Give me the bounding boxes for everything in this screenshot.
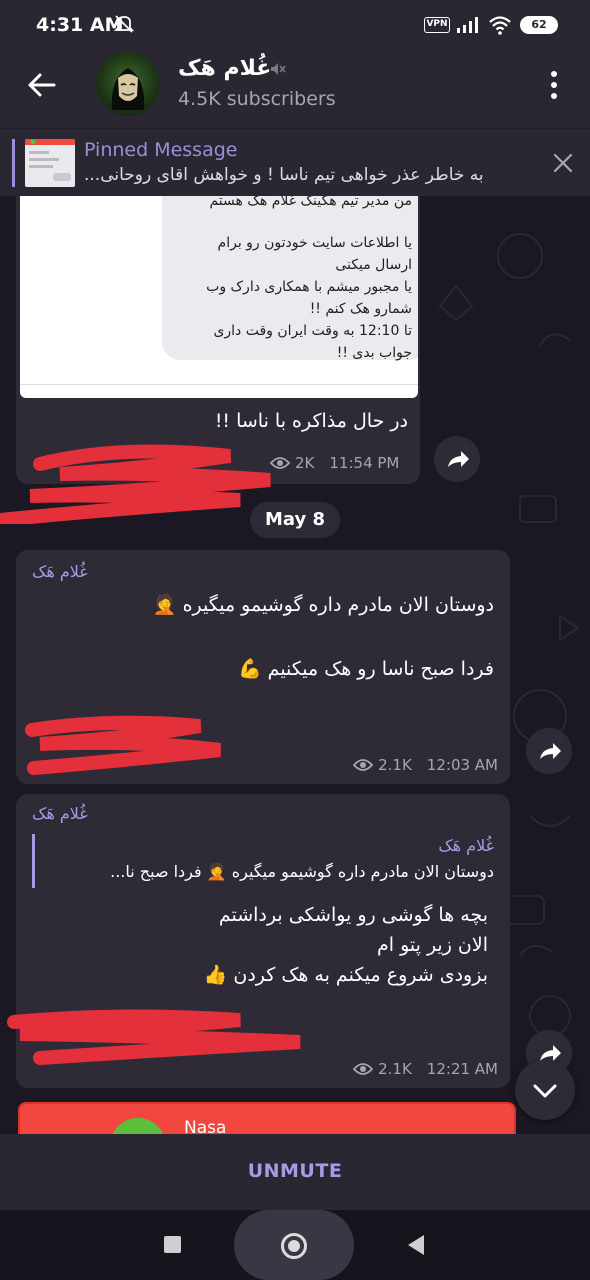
channel-title[interactable]: غُلام هَک — [178, 56, 271, 81]
reply-text: دوستان الان مادرم داره گوشیمو میگیره 🤦 ف… — [110, 862, 494, 881]
pinned-text: به خاطر عذر خواهی تیم ناسا ! و خواهش اقا… — [84, 165, 484, 185]
share-icon — [540, 743, 561, 759]
view-count: 2K — [295, 454, 315, 472]
message-time: 12:03 AM — [426, 756, 498, 774]
message-time: 12:21 AM — [426, 1060, 498, 1078]
signal-icon — [457, 17, 478, 33]
screenshot-chat-bubble: من مدیر تیم هکینگ غلام هک هستم یا اطلاعا… — [162, 196, 418, 361]
redaction-scribble — [7, 1009, 301, 1065]
message-text: فردا صبح ناسا رو هک میکنیم 💪 — [237, 658, 494, 680]
vpn-badge: VPN — [424, 17, 450, 33]
message-photo[interactable]: من مدیر تیم هکینگ غلام هک هستم یا اطلاعا… — [20, 196, 418, 398]
preview-title: Nasa — [184, 1118, 227, 1134]
unmute-bar: UNMUTE — [0, 1134, 590, 1210]
mute-icon — [114, 15, 134, 33]
photo-text-line: جواب بدی !! — [336, 345, 412, 361]
photo-text-line: شمارو هک کنم !! — [309, 301, 412, 317]
subscriber-count: 4.5K subscribers — [178, 88, 336, 110]
reply-author: غُلام هَک — [438, 836, 494, 855]
message-text: بچه ها گوشی رو یواشکی برداشتم — [218, 904, 488, 926]
muted-icon — [271, 63, 286, 75]
pinned-message-bar[interactable]: Pinned Message به خاطر عذر خواهی تیم ناس… — [0, 128, 590, 196]
view-count: 2.1K — [378, 756, 412, 774]
message-text: در حال مذاکره با ناسا !! — [214, 410, 408, 432]
views-icon — [353, 1063, 374, 1075]
message-text: الان زیر پتو ام — [376, 934, 488, 956]
view-count: 2.1K — [378, 1060, 412, 1078]
status-time: 4:31 AM — [36, 14, 124, 36]
photo-text-line: من مدیر تیم هکینگ غلام هک هستم — [209, 196, 412, 209]
message-text: بزودی شروع میکنم به هک کردن 👍 — [203, 964, 488, 986]
recents-icon[interactable] — [164, 1236, 181, 1253]
next-message-preview[interactable]: Nasa — [18, 1102, 516, 1134]
mask-avatar-icon — [111, 68, 145, 110]
photo-text-line: ارسال میکنی — [335, 257, 412, 273]
close-icon[interactable] — [550, 150, 576, 176]
redaction-scribble — [25, 715, 221, 775]
message-meta: 2.1K 12:21 AM — [353, 1060, 498, 1078]
nav-back-icon[interactable] — [408, 1235, 424, 1255]
channel-avatar[interactable] — [96, 52, 160, 116]
status-bar: 4:31 AM VPN 62 — [0, 0, 590, 50]
preview-avatar — [110, 1118, 166, 1134]
battery-icon: 62 — [520, 16, 558, 34]
message-text: دوستان الان مادرم داره گوشیمو میگیره 🤦 — [152, 594, 494, 616]
redaction-scribble — [0, 444, 271, 524]
message-author: غُلام هَک — [32, 562, 88, 581]
screenshot-input-bar — [20, 384, 418, 398]
home-icon — [281, 1233, 307, 1259]
message-author: غُلام هَک — [32, 804, 88, 823]
chat-history[interactable]: من مدیر تیم هکینگ غلام هک هستم یا اطلاعا… — [0, 196, 590, 1134]
photo-text-line: یا اطلاعات سایت خودتون رو برام — [217, 235, 412, 251]
back-arrow-icon[interactable] — [24, 67, 60, 103]
share-icon — [448, 451, 469, 467]
photo-text-line: یا مجبور میشم با همکاری دارک وب — [206, 279, 412, 295]
more-vert-icon[interactable] — [540, 68, 568, 102]
share-button[interactable] — [526, 728, 572, 774]
message-time: 11:54 PM — [329, 454, 400, 472]
home-button[interactable] — [234, 1210, 354, 1280]
pinned-thumbnail — [25, 139, 75, 187]
date-separator: May 8 — [250, 502, 340, 538]
chevron-down-icon — [533, 1084, 557, 1098]
reply-preview[interactable]: غُلام هَک دوستان الان مادرم داره گوشیمو … — [32, 834, 494, 888]
share-button[interactable] — [434, 436, 480, 482]
scroll-down-button[interactable] — [515, 1060, 575, 1120]
pinned-indicator — [12, 139, 15, 187]
battery-level: 62 — [531, 18, 547, 31]
chat-header: غُلام هَک 4.5K subscribers — [0, 50, 590, 128]
pinned-label: Pinned Message — [84, 139, 238, 161]
views-icon — [353, 759, 374, 771]
system-navigation-bar — [0, 1210, 590, 1280]
photo-text-line: تا 12:10 به وقت ایران وقت داری — [213, 323, 412, 339]
message-meta: 2.1K 12:03 AM — [353, 756, 498, 774]
unmute-button[interactable]: UNMUTE — [0, 1160, 590, 1182]
wifi-icon — [489, 16, 511, 35]
